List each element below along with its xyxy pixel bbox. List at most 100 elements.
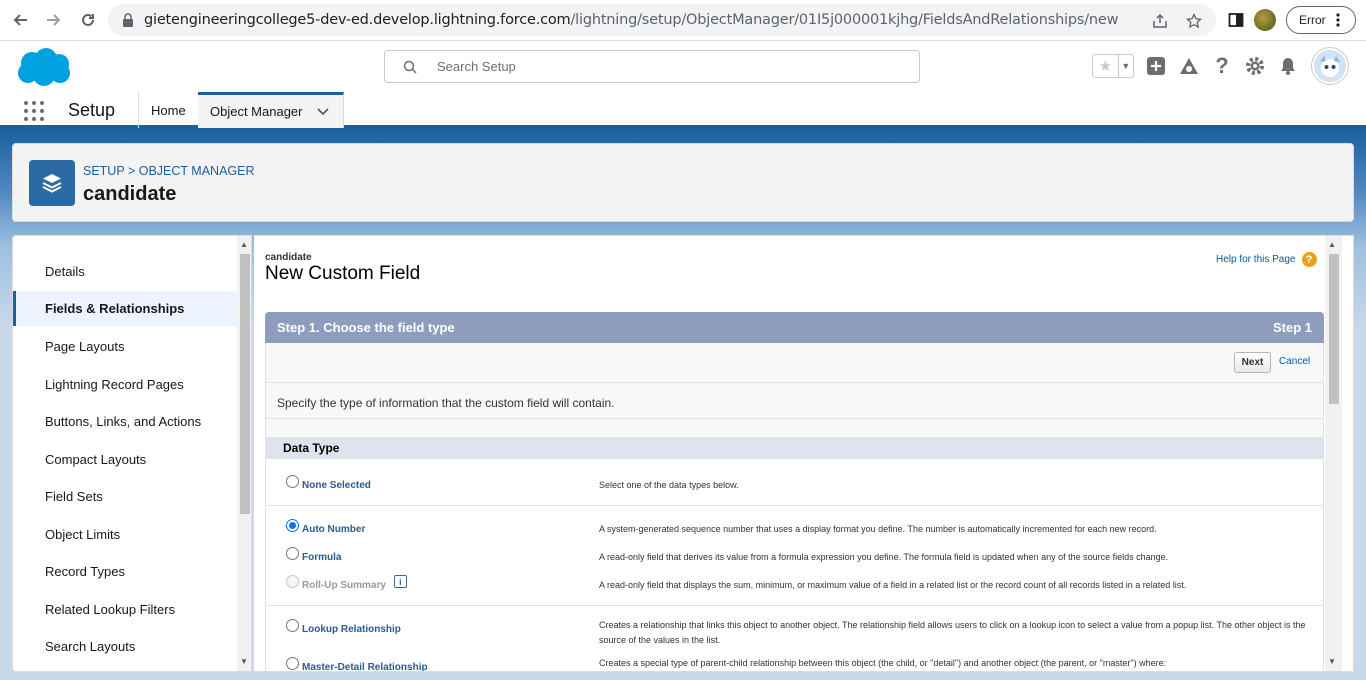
step-label: Step 1 <box>1272 320 1312 335</box>
bell-icon[interactable] <box>1277 55 1299 77</box>
option-description: A system-generated sequence number that … <box>599 524 1157 534</box>
tab-home[interactable]: Home <box>138 92 199 128</box>
option-label[interactable]: Formula <box>302 552 341 563</box>
url-host: gietengineeringcollege5-dev-ed.develop.l… <box>144 12 571 28</box>
breadcrumb-separator: > <box>127 164 136 178</box>
sidebar-item-field-sets[interactable]: Field Sets <box>13 479 237 514</box>
search-icon <box>403 60 417 74</box>
option-label[interactable]: None Selected <box>302 480 371 491</box>
salesforce-logo[interactable] <box>14 46 74 88</box>
radio-master-detail-relationship[interactable] <box>286 657 299 670</box>
question-icon[interactable]: ? <box>1301 252 1317 267</box>
add-icon[interactable] <box>1145 55 1167 77</box>
scroll-up-icon[interactable]: ▲ <box>240 240 248 249</box>
kebab-menu-icon <box>1336 13 1340 27</box>
sidebar-item-object-limits[interactable]: Object Limits <box>13 517 237 552</box>
main-content: candidate New Custom Field Help for this… <box>254 235 1354 672</box>
instruction-text: Specify the type of information that the… <box>277 396 615 410</box>
info-icon[interactable]: i <box>393 575 407 588</box>
radio-auto-number[interactable] <box>286 519 299 532</box>
bookmark-star-icon[interactable] <box>1186 13 1202 29</box>
radio-none-selected[interactable] <box>286 475 299 488</box>
divider <box>266 605 1323 606</box>
scrollbar-thumb[interactable] <box>1329 254 1339 404</box>
address-bar[interactable]: gietengineeringcollege5-dev-ed.develop.l… <box>108 4 1216 36</box>
help-icon[interactable]: ? <box>1211 53 1233 78</box>
sidebar-item-label: Field Sets <box>45 489 103 504</box>
sidebar-item-details[interactable]: Details <box>13 254 237 289</box>
data-type-header-label: Data Type <box>283 441 340 455</box>
share-icon[interactable] <box>1152 13 1168 29</box>
option-description: Select one of the data types below. <box>599 480 739 490</box>
reload-icon[interactable] <box>74 6 102 34</box>
sidebar-item-label: Search Layouts <box>45 639 136 654</box>
option-label: Roll-Up Summary <box>302 580 386 591</box>
scroll-down-icon[interactable]: ▼ <box>1328 657 1336 666</box>
step-header: Step 1. Choose the field type Step 1 <box>265 312 1324 343</box>
sidebar-item-fields-relationships[interactable]: Fields & Relationships <box>13 291 237 326</box>
data-type-header: Data Type <box>266 437 1323 459</box>
back-icon[interactable] <box>6 6 34 34</box>
sidebar-item-search-layouts[interactable]: Search Layouts <box>13 629 237 664</box>
app-launcher-icon[interactable] <box>24 101 44 121</box>
favorites-button[interactable]: ★ ▼ <box>1092 54 1134 78</box>
lock-icon <box>123 13 133 27</box>
chevron-down-icon[interactable]: ▼ <box>1117 55 1133 77</box>
cancel-link[interactable]: Cancel <box>1279 356 1310 367</box>
trailhead-icon[interactable] <box>1178 55 1200 77</box>
scroll-down-icon[interactable]: ▼ <box>240 657 248 666</box>
gear-icon[interactable] <box>1244 55 1266 77</box>
scroll-up-icon[interactable]: ▲ <box>1328 240 1336 249</box>
object-title: candidate <box>83 183 177 205</box>
option-lookup-relationship[interactable]: Lookup Relationship <box>286 619 401 636</box>
sidebar-item-label: Fields & Relationships <box>45 301 185 316</box>
layers-icon <box>29 160 75 206</box>
option-description: A read-only field that derives its value… <box>599 552 1169 562</box>
option-label[interactable]: Master-Detail Relationship <box>302 662 428 671</box>
scrollbar-thumb[interactable] <box>240 254 250 514</box>
option-formula[interactable]: Formula <box>286 547 341 564</box>
option-label[interactable]: Auto Number <box>302 524 365 535</box>
help-link-label[interactable]: Help for this Page <box>1216 254 1296 265</box>
sidebar-item-buttons-links-actions[interactable]: Buttons, Links, and Actions <box>13 404 237 439</box>
radio-formula[interactable] <box>286 547 299 560</box>
breadcrumb-setup[interactable]: SETUP <box>83 164 124 178</box>
sidebar-scrollbar[interactable]: ▲ ▼ <box>237 236 251 671</box>
option-label[interactable]: Lookup Relationship <box>302 624 401 635</box>
object-header: SETUP > OBJECT MANAGER candidate <box>12 143 1354 222</box>
option-auto-number[interactable]: Auto Number <box>286 519 365 536</box>
tab-object-manager-label: Object Manager <box>210 104 303 119</box>
sidebar-item-label: Record Types <box>45 564 125 579</box>
option-description: Creates a relationship that links this o… <box>599 620 1306 645</box>
sidebar-item-label: Lightning Record Pages <box>45 377 184 392</box>
breadcrumb-object-manager[interactable]: OBJECT MANAGER <box>139 164 255 178</box>
next-button[interactable]: Next <box>1234 352 1271 373</box>
forward-icon[interactable] <box>40 6 68 34</box>
side-panel-icon[interactable] <box>1228 12 1244 28</box>
step-body: Next Cancel Specify the type of informat… <box>265 343 1324 671</box>
sidebar-item-lightning-record-pages[interactable]: Lightning Record Pages <box>13 367 237 402</box>
main-scrollbar[interactable]: ▲ ▼ <box>1325 236 1342 671</box>
option-description: A read-only field that displays the sum,… <box>599 580 1187 590</box>
error-button[interactable]: Error <box>1286 6 1356 34</box>
browser-toolbar: gietengineeringcollege5-dev-ed.develop.l… <box>0 0 1366 40</box>
profile-avatar[interactable] <box>1254 9 1276 31</box>
radio-lookup-relationship[interactable] <box>286 619 299 632</box>
sidebar-item-label: Related Lookup Filters <box>45 602 176 617</box>
tab-object-manager[interactable]: Object Manager <box>198 92 344 128</box>
option-roll-up-summary: Roll-Up Summary i <box>286 575 407 592</box>
user-avatar[interactable] <box>1312 48 1348 84</box>
help-link[interactable]: Help for this Page ? <box>1216 252 1317 267</box>
option-description: Creates a special type of parent-child r… <box>599 658 1167 668</box>
sidebar-item-label: Details <box>45 264 85 279</box>
option-none-selected[interactable]: None Selected <box>286 475 371 492</box>
option-master-detail-relationship[interactable]: Master-Detail Relationship <box>286 657 428 671</box>
sidebar-item-label: Compact Layouts <box>45 452 147 467</box>
sidebar-item-compact-layouts[interactable]: Compact Layouts <box>13 442 237 477</box>
sidebar-item-label: Page Layouts <box>45 339 125 354</box>
search-input[interactable]: Search Setup <box>384 50 920 83</box>
sidebar-item-related-lookup-filters[interactable]: Related Lookup Filters <box>13 592 237 627</box>
chevron-down-icon[interactable] <box>316 107 329 116</box>
sidebar-item-record-types[interactable]: Record Types <box>13 554 237 589</box>
sidebar-item-page-layouts[interactable]: Page Layouts <box>13 329 237 364</box>
